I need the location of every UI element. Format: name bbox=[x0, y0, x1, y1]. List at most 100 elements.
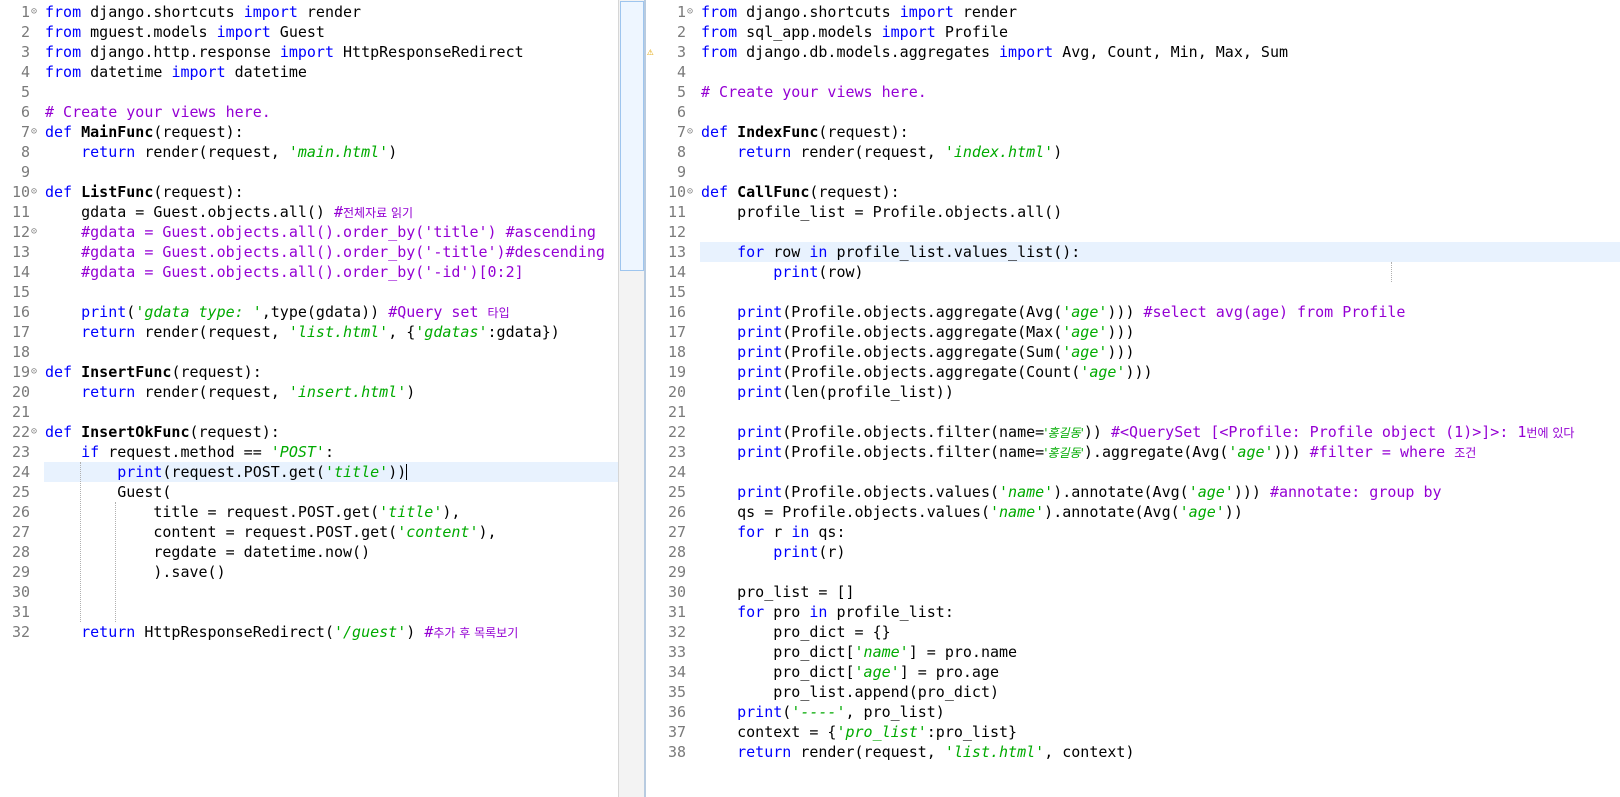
code-text[interactable]: regdate = datetime.now() bbox=[45, 542, 370, 562]
code-line[interactable]: 34 pro_dict['age'] = pro.age bbox=[646, 662, 1620, 682]
code-line[interactable]: 6 # Create your views here. bbox=[0, 102, 618, 122]
code-text[interactable]: print(request.POST.get('title')) bbox=[45, 462, 408, 482]
right-code-editor[interactable]: 1 ⊝ from django.shortcuts import render 2 fr… bbox=[646, 0, 1620, 797]
fold-collapse-icon[interactable]: ⊝ bbox=[31, 222, 37, 242]
code-text[interactable]: from django.http.response import HttpRes… bbox=[45, 42, 524, 62]
code-line[interactable]: 21 bbox=[0, 402, 618, 422]
code-line[interactable]: 32 return HttpResponseRedirect('/guest')… bbox=[0, 622, 618, 642]
code-line[interactable]: 30 pro_list = [] bbox=[646, 582, 1620, 602]
code-text[interactable]: for r in qs: bbox=[701, 522, 845, 542]
code-text[interactable]: def ListFunc(request): bbox=[45, 182, 244, 202]
code-text[interactable]: from sql_app.models import Profile bbox=[701, 22, 1008, 42]
code-line[interactable]: 26 qs = Profile.objects.values('name').a… bbox=[646, 502, 1620, 522]
code-text[interactable]: gdata = Guest.objects.all() #전체자료 읽기 bbox=[45, 202, 413, 222]
code-line[interactable]: 33 pro_dict['name'] = pro.name bbox=[646, 642, 1620, 662]
code-line[interactable]: 6 bbox=[646, 102, 1620, 122]
code-text[interactable]: print(Profile.objects.aggregate(Count('a… bbox=[701, 362, 1152, 382]
code-line[interactable]: 14 print(row) bbox=[646, 262, 1620, 282]
code-line[interactable]: 15 bbox=[646, 282, 1620, 302]
code-text[interactable]: context = {'pro_list':pro_list} bbox=[701, 722, 1017, 742]
code-text[interactable]: content = request.POST.get('content'), bbox=[45, 522, 496, 542]
code-line[interactable]: 25 print(Profile.objects.values('name').… bbox=[646, 482, 1620, 502]
code-text[interactable]: pro_list.append(pro_dict) bbox=[701, 682, 999, 702]
code-text[interactable]: return render(request, 'list.html', {'gd… bbox=[45, 322, 560, 342]
code-text[interactable]: from django.shortcuts import render bbox=[701, 2, 1017, 22]
fold-collapse-icon[interactable]: ⊝ bbox=[687, 182, 693, 202]
code-text[interactable]: title = request.POST.get('title'), bbox=[45, 502, 460, 522]
code-text[interactable]: from django.db.models.aggregates import … bbox=[701, 42, 1288, 62]
warning-icon[interactable]: ⚠ bbox=[647, 42, 654, 62]
code-line[interactable]: 29 bbox=[646, 562, 1620, 582]
code-line[interactable]: 10 ⊝ def ListFunc(request): bbox=[0, 182, 618, 202]
code-text[interactable]: for pro in profile_list: bbox=[701, 602, 954, 622]
code-text[interactable]: def MainFunc(request): bbox=[45, 122, 244, 142]
code-text[interactable]: return render(request, 'insert.html') bbox=[45, 382, 415, 402]
code-text[interactable]: Guest( bbox=[45, 482, 171, 502]
code-line[interactable]: 23 if request.method == 'POST': bbox=[0, 442, 618, 462]
code-line[interactable]: 16 print(Profile.objects.aggregate(Avg('… bbox=[646, 302, 1620, 322]
code-text[interactable]: # Create your views here. bbox=[701, 82, 927, 102]
code-text[interactable]: return HttpResponseRedirect('/guest') #추… bbox=[45, 622, 518, 642]
code-line[interactable]: 16 print('gdata type: ',type(gdata)) #Qu… bbox=[0, 302, 618, 322]
code-line[interactable]: 19 print(Profile.objects.aggregate(Count… bbox=[646, 362, 1620, 382]
code-line[interactable]: 8 return render(request, 'index.html') bbox=[646, 142, 1620, 162]
code-line[interactable]: 22 print(Profile.objects.filter(name='홍길… bbox=[646, 422, 1620, 442]
code-text[interactable]: print(r) bbox=[701, 542, 845, 562]
code-line[interactable]: 28 print(r) bbox=[646, 542, 1620, 562]
code-line[interactable]: 28 regdate = datetime.now() bbox=[0, 542, 618, 562]
code-text[interactable]: for row in profile_list.values_list(): bbox=[701, 242, 1080, 262]
code-line[interactable]: 11 gdata = Guest.objects.all() #전체자료 읽기 bbox=[0, 202, 618, 222]
code-line[interactable]: 15 bbox=[0, 282, 618, 302]
code-line[interactable]: 5 bbox=[0, 82, 618, 102]
code-line[interactable]: 21 bbox=[646, 402, 1620, 422]
code-text[interactable]: from datetime import datetime bbox=[45, 62, 307, 82]
code-line[interactable]: 38 return render(request, 'list.html', c… bbox=[646, 742, 1620, 762]
code-line[interactable]: 26 title = request.POST.get('title'), bbox=[0, 502, 618, 522]
code-line[interactable]: 17 return render(request, 'list.html', {… bbox=[0, 322, 618, 342]
code-line[interactable]: 9 bbox=[646, 162, 1620, 182]
code-text[interactable]: qs = Profile.objects.values('name').anno… bbox=[701, 502, 1243, 522]
code-line[interactable]: 2 from mguest.models import Guest bbox=[0, 22, 618, 42]
code-line[interactable]: 7 ⊝ def MainFunc(request): bbox=[0, 122, 618, 142]
code-text[interactable]: def InsertOkFunc(request): bbox=[45, 422, 280, 442]
code-line[interactable]: 19 ⊝ def InsertFunc(request): bbox=[0, 362, 618, 382]
code-line[interactable]: 18 bbox=[0, 342, 618, 362]
left-editor-scroll-thumb[interactable] bbox=[620, 1, 644, 271]
code-text[interactable]: print(Profile.objects.aggregate(Avg('age… bbox=[701, 302, 1405, 322]
code-text[interactable]: print('----', pro_list) bbox=[701, 702, 945, 722]
code-text[interactable]: return render(request, 'index.html') bbox=[701, 142, 1062, 162]
code-line[interactable]: 3 from django.http.response import HttpRe… bbox=[0, 42, 618, 62]
code-line[interactable]: 12 bbox=[646, 222, 1620, 242]
code-text[interactable]: pro_dict = {} bbox=[701, 622, 890, 642]
code-line[interactable]: 8 return render(request, 'main.html') bbox=[0, 142, 618, 162]
code-line[interactable]: 23 print(Profile.objects.filter(name='홍길… bbox=[646, 442, 1620, 462]
code-text[interactable]: print(row) bbox=[701, 262, 863, 282]
code-text[interactable]: pro_list = [] bbox=[701, 582, 854, 602]
code-line[interactable]: 31 bbox=[0, 602, 618, 622]
code-text[interactable]: # Create your views here. bbox=[45, 102, 271, 122]
code-text[interactable]: def InsertFunc(request): bbox=[45, 362, 262, 382]
code-line[interactable]: 1 ⊝ from django.shortcuts import render bbox=[646, 2, 1620, 22]
left-editor-vertical-scrollbar[interactable] bbox=[618, 0, 646, 797]
code-line[interactable]: 17 print(Profile.objects.aggregate(Max('… bbox=[646, 322, 1620, 342]
code-text[interactable]: #gdata = Guest.objects.all().order_by('t… bbox=[45, 222, 596, 242]
code-line[interactable]: 12 ⊝ #gdata = Guest.objects.all().order_b… bbox=[0, 222, 618, 242]
code-line[interactable]: 18 print(Profile.objects.aggregate(Sum('… bbox=[646, 342, 1620, 362]
code-text[interactable]: from django.shortcuts import render bbox=[45, 2, 361, 22]
code-text[interactable]: if request.method == 'POST': bbox=[45, 442, 334, 462]
code-text[interactable]: def CallFunc(request): bbox=[701, 182, 900, 202]
fold-collapse-icon[interactable]: ⊝ bbox=[31, 182, 37, 202]
fold-collapse-icon[interactable]: ⊝ bbox=[31, 122, 37, 142]
code-line[interactable]: 9 bbox=[0, 162, 618, 182]
code-line[interactable]: 20 return render(request, 'insert.html') bbox=[0, 382, 618, 402]
code-line[interactable]: 37 context = {'pro_list':pro_list} bbox=[646, 722, 1620, 742]
code-line[interactable]: 13 for row in profile_list.values_list()… bbox=[668, 242, 1620, 262]
code-text[interactable]: return render(request, 'list.html', cont… bbox=[701, 742, 1134, 762]
code-line[interactable]: 22 ⊝ def InsertOkFunc(request): bbox=[0, 422, 618, 442]
fold-collapse-icon[interactable]: ⊝ bbox=[31, 422, 37, 442]
code-line[interactable]: 7 ⊝ def IndexFunc(request): bbox=[646, 122, 1620, 142]
code-line[interactable]: 13 #gdata = Guest.objects.all().order_by… bbox=[0, 242, 618, 262]
code-text[interactable]: def IndexFunc(request): bbox=[701, 122, 909, 142]
code-text[interactable]: print(Profile.objects.aggregate(Max('age… bbox=[701, 322, 1134, 342]
code-line[interactable]: 3 ⚠ from django.db.models.aggregates impor… bbox=[646, 42, 1620, 62]
